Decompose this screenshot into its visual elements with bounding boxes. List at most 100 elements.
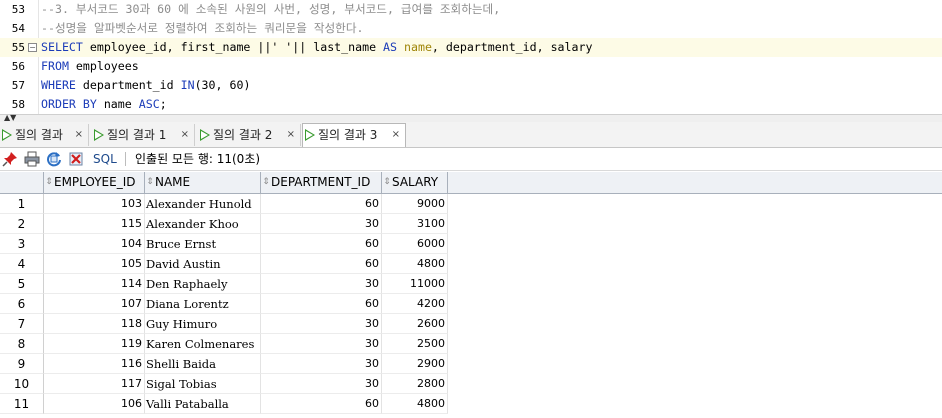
cell-salary[interactable]: 2900 [382,354,448,374]
sql-editor[interactable]: 53 --3. 부서코드 30과 60 에 소속된 사원의 사번, 성명, 부서코… [0,0,942,114]
tab-query-result-2[interactable]: 질의 결과 2 × [198,124,301,146]
cell-salary[interactable]: 3100 [382,214,448,234]
pin-icon[interactable] [2,151,18,167]
table-row[interactable]: 10 117 Sigal Tobias 30 2800 [0,374,448,394]
cell-employee-id[interactable]: 104 [44,234,145,254]
cell-employee-id[interactable]: 117 [44,374,145,394]
cell-department-id[interactable]: 30 [261,314,382,334]
cell-department-id[interactable]: 30 [261,374,382,394]
table-row[interactable]: 7 118 Guy Himuro 30 2600 [0,314,448,334]
cell-salary[interactable]: 9000 [382,194,448,214]
close-icon[interactable]: × [75,124,83,146]
close-icon[interactable]: × [392,124,400,146]
print-icon[interactable] [24,151,40,167]
cell-salary[interactable]: 2600 [382,314,448,334]
close-icon[interactable]: × [181,124,189,146]
table-row[interactable]: 9 116 Shelli Baida 30 2900 [0,354,448,374]
cell-name[interactable]: Den Raphaely [145,274,261,294]
cell-salary[interactable]: 4800 [382,394,448,414]
tab-label: 질의 결과 [15,128,63,142]
row-number[interactable]: 3 [0,234,44,254]
cell-department-id[interactable]: 60 [261,254,382,274]
sort-icon[interactable]: ⇕ [44,172,54,193]
row-number[interactable]: 8 [0,334,44,354]
tab-query-result[interactable]: 질의 결과 × [0,124,89,146]
tab-query-result-3[interactable]: 질의 결과 3 × [302,123,406,147]
cell-department-id[interactable]: 60 [261,194,382,214]
cell-employee-id[interactable]: 114 [44,274,145,294]
row-number[interactable]: 10 [0,374,44,394]
collapse-arrow-icon[interactable]: ▲▼ [4,114,16,122]
cell-department-id[interactable]: 30 [261,274,382,294]
cell-employee-id[interactable]: 118 [44,314,145,334]
cell-name[interactable]: Karen Colmenares [145,334,261,354]
row-number[interactable]: 2 [0,214,44,234]
cell-department-id[interactable]: 60 [261,294,382,314]
code-line[interactable]: 57 WHERE department_id IN(30, 60) [0,76,942,95]
cell-department-id[interactable]: 30 [261,354,382,374]
table-row[interactable]: 6 107 Diana Lorentz 60 4200 [0,294,448,314]
table-row[interactable]: 5 114 Den Raphaely 30 11000 [0,274,448,294]
code-line[interactable]: 58 ORDER BY name ASC; [0,95,942,114]
cell-salary[interactable]: 2500 [382,334,448,354]
cell-employee-id[interactable]: 105 [44,254,145,274]
cell-employee-id[interactable]: 106 [44,394,145,414]
code-token: AS [383,40,398,54]
row-number[interactable]: 11 [0,394,44,414]
cell-name[interactable]: Bruce Ernst [145,234,261,254]
cell-name[interactable]: Alexander Khoo [145,214,261,234]
column-header-salary[interactable]: ⇕SALARY [382,172,448,193]
fold-collapse-icon[interactable]: − [28,43,37,52]
sort-icon[interactable]: ⇕ [145,172,155,193]
table-row[interactable]: 8 119 Karen Colmenares 30 2500 [0,334,448,354]
code-token: --3. 부서코드 30과 60 에 소속된 사원의 사번, 성명, 부서코드,… [41,2,501,16]
cell-employee-id[interactable]: 103 [44,194,145,214]
cell-employee-id[interactable]: 119 [44,334,145,354]
table-row[interactable]: 1 103 Alexander Hunold 60 9000 [0,194,448,214]
cell-employee-id[interactable]: 107 [44,294,145,314]
sort-icon[interactable]: ⇕ [382,172,392,193]
cell-employee-id[interactable]: 116 [44,354,145,374]
cell-salary[interactable]: 4200 [382,294,448,314]
sql-button[interactable]: SQL [93,151,117,167]
tab-query-result-1[interactable]: 질의 결과 1 × [92,124,195,146]
cell-salary[interactable]: 11000 [382,274,448,294]
cell-name[interactable]: Sigal Tobias [145,374,261,394]
cell-name[interactable]: Diana Lorentz [145,294,261,314]
cell-employee-id[interactable]: 115 [44,214,145,234]
column-header-department-id[interactable]: ⇕DEPARTMENT_ID [261,172,382,193]
cell-name[interactable]: Guy Himuro [145,314,261,334]
row-number[interactable]: 7 [0,314,44,334]
row-number[interactable]: 9 [0,354,44,374]
cell-salary[interactable]: 4800 [382,254,448,274]
code-line[interactable]: 55− SELECT employee_id, first_name ||' '|… [0,38,942,57]
table-row[interactable]: 2 115 Alexander Khoo 30 3100 [0,214,448,234]
column-header-name[interactable]: ⇕NAME [145,172,261,193]
sort-icon[interactable]: ⇕ [261,172,271,193]
cell-department-id[interactable]: 60 [261,394,382,414]
table-row[interactable]: 4 105 David Austin 60 4800 [0,254,448,274]
code-line[interactable]: 56 FROM employees [0,57,942,76]
row-number[interactable]: 4 [0,254,44,274]
cell-department-id[interactable]: 30 [261,214,382,234]
cell-department-id[interactable]: 60 [261,234,382,254]
row-number[interactable]: 6 [0,294,44,314]
table-row[interactable]: 11 106 Valli Pataballa 60 4800 [0,394,448,414]
code-line[interactable]: 54 --성명을 알파벳순서로 정렬하여 조회하는 쿼리문을 작성한다. [0,19,942,38]
cell-name[interactable]: Shelli Baida [145,354,261,374]
cell-name[interactable]: David Austin [145,254,261,274]
cell-name[interactable]: Alexander Hunold [145,194,261,214]
table-row[interactable]: 3 104 Bruce Ernst 60 6000 [0,234,448,254]
delete-icon[interactable] [68,151,84,167]
row-number[interactable]: 1 [0,194,44,214]
cell-department-id[interactable]: 30 [261,334,382,354]
line-number: 58 [11,98,25,111]
cell-salary[interactable]: 6000 [382,234,448,254]
refresh-icon[interactable] [46,151,62,167]
column-header-employee-id[interactable]: ⇕EMPLOYEE_ID [44,172,145,193]
close-icon[interactable]: × [287,124,295,146]
row-number[interactable]: 5 [0,274,44,294]
cell-salary[interactable]: 2800 [382,374,448,394]
cell-name[interactable]: Valli Pataballa [145,394,261,414]
code-line[interactable]: 53 --3. 부서코드 30과 60 에 소속된 사원의 사번, 성명, 부서코… [0,0,942,19]
